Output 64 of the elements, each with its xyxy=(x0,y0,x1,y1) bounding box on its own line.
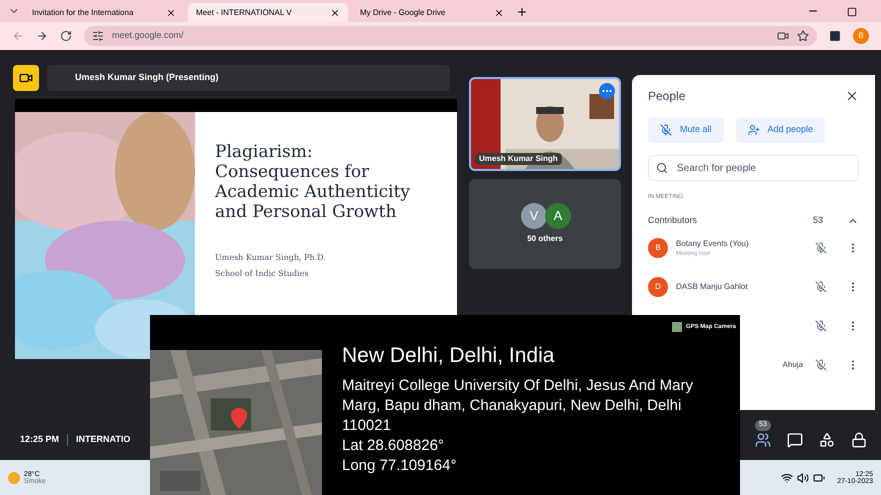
add-people-button[interactable]: Add people xyxy=(736,117,826,142)
new-tab-icon[interactable] xyxy=(516,6,528,18)
bookmark-icon[interactable] xyxy=(797,30,809,42)
add-person-icon xyxy=(748,124,760,136)
muted-mic-icon[interactable] xyxy=(815,320,827,332)
tab-title: My Drive - Google Drive xyxy=(360,6,446,18)
address-bar[interactable]: meet.google.com/ xyxy=(84,26,817,46)
member-name: Botany Events (You) xyxy=(676,238,750,250)
forward-icon[interactable] xyxy=(36,30,48,42)
avatar: V xyxy=(521,203,547,229)
reload-icon[interactable] xyxy=(60,30,72,42)
app-icon xyxy=(672,322,682,332)
member-avatar: B xyxy=(648,238,668,258)
latitude: Lat 28.608826° xyxy=(342,436,445,456)
camera-icon[interactable] xyxy=(777,30,789,42)
place-name: New Delhi, Delhi, India xyxy=(342,343,556,369)
people-icon[interactable] xyxy=(755,432,771,448)
battery-icon[interactable] xyxy=(813,472,826,484)
close-icon[interactable] xyxy=(494,8,504,18)
slide-affiliation: School of Indic Studies xyxy=(215,268,310,280)
presenter-label: Umesh Kumar Singh (Presenting) xyxy=(75,71,219,84)
close-icon[interactable] xyxy=(330,8,340,18)
muted-mic-icon xyxy=(660,124,672,136)
sidebar-icon[interactable] xyxy=(829,30,841,42)
video-tile[interactable]: Umesh Kumar Singh xyxy=(469,77,621,171)
member-name: DASB Manju Gahlot xyxy=(676,281,749,293)
chat-icon[interactable] xyxy=(787,432,803,448)
muted-mic-icon[interactable] xyxy=(815,281,827,293)
meeting-name: INTERNATIO xyxy=(76,433,130,446)
avatar: A xyxy=(545,203,571,229)
muted-mic-icon[interactable] xyxy=(815,359,827,371)
member-name: Ahuja xyxy=(782,359,803,371)
address: Maitreyi College University Of Delhi, Jesus And Mary Marg, Bapu dham, Chanakyapuri, New Delhi, Delhi 110021 xyxy=(342,376,694,436)
group-label: Contributors xyxy=(648,214,698,227)
tab-title: Invitation for the Internationa xyxy=(32,6,134,18)
others-tile[interactable]: V A 50 others xyxy=(469,179,621,269)
slide-author: Umesh Kumar Singh, Ph.D. xyxy=(215,252,327,264)
url-text: meet.google.com/ xyxy=(112,29,184,42)
browser-tab[interactable]: Meet - INTERNATIONAL V xyxy=(188,3,348,22)
longitude: Long 77.109164° xyxy=(342,456,458,476)
search-field[interactable]: Search for people xyxy=(648,155,859,181)
mute-all-button[interactable]: Mute all xyxy=(648,117,724,142)
tab-title: Meet - INTERNATIONAL V xyxy=(196,6,293,18)
participant-name: Umesh Kumar Singh xyxy=(475,153,562,165)
site-settings-icon[interactable] xyxy=(92,30,104,42)
wifi-icon[interactable] xyxy=(781,472,794,484)
search-icon xyxy=(656,162,668,174)
close-icon[interactable] xyxy=(166,8,176,18)
maximize-icon[interactable] xyxy=(847,7,857,17)
slide-title: Plagiarism: Consequences for Academic Authenticity and Personal Growth xyxy=(215,142,412,222)
host-controls-icon[interactable] xyxy=(851,432,867,448)
member-avatar: D xyxy=(648,277,668,297)
muted-mic-icon[interactable] xyxy=(815,242,827,254)
others-count: 50 others xyxy=(527,233,563,245)
browser-tab[interactable]: Invitation for the Internationa xyxy=(24,3,184,22)
close-icon[interactable] xyxy=(845,89,859,103)
meeting-time: 12:25 PM xyxy=(20,433,60,446)
panel-title: People xyxy=(648,88,686,105)
contributors-header[interactable]: Contributors 53 xyxy=(648,214,859,228)
volume-icon[interactable] xyxy=(797,472,810,484)
group-count: 53 xyxy=(812,214,823,227)
browser-tab[interactable]: My Drive - Google Drive xyxy=(352,3,512,22)
presentation-icon[interactable] xyxy=(13,65,39,91)
activities-icon[interactable] xyxy=(819,432,835,448)
